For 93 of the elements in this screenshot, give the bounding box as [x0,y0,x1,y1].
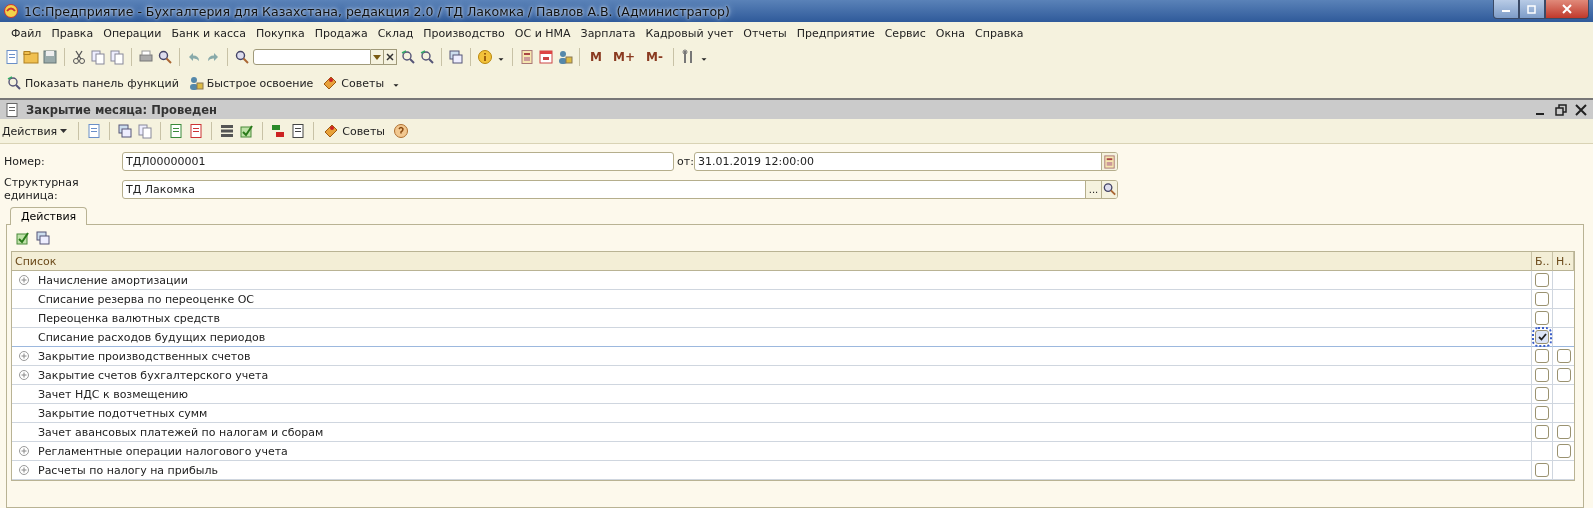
panel-button[interactable]: Быстрое освоение [185,75,318,91]
row-label[interactable]: Расчеты по налогу на прибыль [38,463,218,477]
row-label[interactable]: Зачет авансовых платежей по налогам и сборам [38,425,324,439]
restore-icon[interactable] [1553,101,1569,118]
menu-item[interactable]: Сервис [879,26,931,40]
list-icon[interactable] [219,123,236,139]
minimize-button[interactable] [1493,0,1519,19]
info-icon[interactable] [477,49,493,65]
expand-icon[interactable] [16,462,32,478]
search-field[interactable] [253,49,371,65]
field-label: Структурная единица: [4,176,80,202]
memory-button[interactable]: M+ [608,50,639,64]
menu-item[interactable]: Файл [6,26,47,40]
row-label[interactable]: Списание резерва по переоценке ОС [38,292,255,306]
close-button[interactable] [1545,0,1589,19]
expand-icon[interactable] [16,272,32,288]
new-document-icon[interactable] [4,49,20,65]
checkbox[interactable] [1535,349,1549,363]
checkbox[interactable] [1535,292,1549,306]
column-header[interactable]: Список [12,252,1532,271]
search-icon[interactable] [234,49,250,65]
row-label[interactable]: Зачет НДС к возмещению [38,387,188,401]
restore-icon [1527,4,1537,14]
column-header[interactable]: Б.. [1532,252,1553,271]
menu-item[interactable]: Покупка [250,26,310,40]
clear-icon[interactable] [384,49,397,65]
menu-item[interactable]: ОС и НМА [509,26,576,40]
panel-button[interactable]: Показать панель функций [4,75,183,91]
checkbox[interactable] [1535,387,1549,401]
expand-icon[interactable] [16,443,32,459]
row-label[interactable]: Переоценка валютных средств [38,311,220,325]
app-logo-icon [4,4,18,18]
tips-icon[interactable] [323,123,340,139]
menu-item[interactable]: Кадровый учет [640,26,739,40]
menu-item[interactable]: Правка [46,26,99,40]
tab[interactable]: Действия [10,207,88,225]
memory-button[interactable]: M- [641,50,667,64]
close-icon [1562,4,1572,14]
search-icon[interactable] [1102,181,1117,197]
save-icon[interactable] [42,49,58,65]
memory-button[interactable]: M [586,50,606,64]
input-field[interactable]: ТД Лакомка ... [122,179,1118,199]
actions-menu[interactable]: Действия [0,124,72,138]
field-label: Номер: [4,155,46,168]
tips-button[interactable]: Советы [321,123,389,139]
menu-item[interactable]: Справка [970,26,1029,40]
menu-item[interactable]: Зарплата [575,26,641,40]
expand-icon[interactable] [16,367,32,383]
checklist-icon[interactable] [239,123,256,139]
menu-item[interactable]: Банк и касса [166,26,251,40]
folder-icon[interactable] [23,49,39,65]
user-icon[interactable] [557,49,573,65]
windows-icon[interactable] [448,49,464,65]
tips-icon[interactable] [322,75,339,91]
row-label[interactable]: Начисление амортизации [38,273,188,287]
row-label[interactable]: Закрытие производственных счетов [38,349,251,363]
person-icon[interactable] [187,75,204,91]
menu-item[interactable]: Окна [930,26,971,40]
checkbox[interactable] [1535,330,1549,344]
field-label: от: [676,155,694,168]
calculator-icon[interactable] [519,49,535,65]
document-title: Закрытие месяца: Проведен [26,102,218,117]
menu-item[interactable]: Операции [98,26,167,40]
checkbox[interactable] [1535,463,1549,477]
close-icon[interactable] [1573,101,1589,118]
date-field[interactable]: 31.01.2019 12:00:00 [694,152,1118,171]
row-label[interactable]: Регламентные операции налогового учета [38,444,288,458]
caret-icon [60,128,68,134]
cut-icon[interactable] [71,49,87,65]
menu-item[interactable]: Отчеты [738,26,792,40]
expand-icon[interactable] [16,348,32,364]
row-label[interactable]: Закрытие подотчетных сумм [38,406,208,420]
row-label[interactable]: Списание расходов будущих периодов [38,330,266,344]
panel-button[interactable]: Советы [320,75,389,91]
help-icon[interactable] [393,123,409,139]
menu-item[interactable]: Продажа [309,26,373,40]
document-icon[interactable] [4,101,20,118]
checkbox[interactable] [1535,406,1549,420]
menu-item[interactable]: Склад [372,26,419,40]
checkbox[interactable] [1535,425,1549,439]
dropdown-icon[interactable] [371,49,384,65]
row-label[interactable]: Закрытие счетов бухгалтерского учета [38,368,269,382]
window-title: 1С:Предприятие - Бухгалтерия для Казахстана, редакция 2.0 / ТД Лакомка / Павлов А.В. (Администратор) [24,3,730,19]
input-field[interactable]: ТДЛ00000001 [122,152,674,171]
checkbox[interactable] [1535,273,1549,287]
debit-credit-icon[interactable] [270,123,287,139]
column-header[interactable]: Н.. [1553,252,1574,271]
check-all-icon[interactable] [15,230,31,246]
checkbox[interactable] [1535,368,1549,382]
menu-item[interactable]: Производство [418,26,510,40]
menu-item[interactable]: Предприятие [791,26,880,40]
checkbox[interactable] [1535,311,1549,325]
maximize-button[interactable] [1519,0,1545,19]
